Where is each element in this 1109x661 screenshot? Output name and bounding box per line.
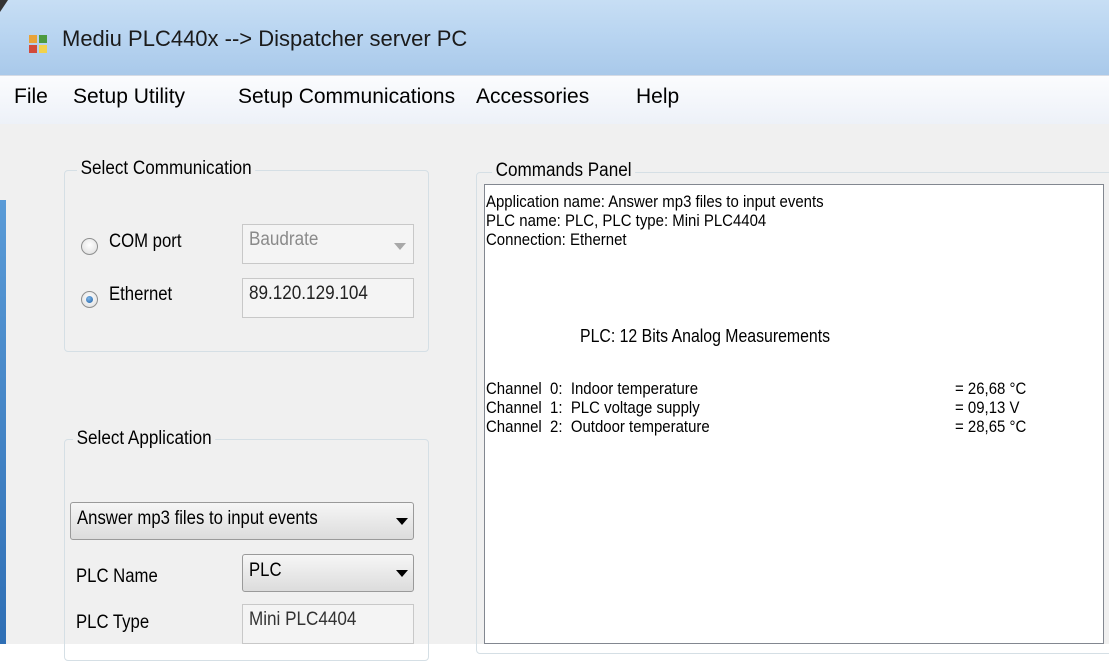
window-corner — [0, 0, 8, 12]
channel-1-value: = 09,13 V — [955, 398, 1020, 417]
menu-setup-communications[interactable]: Setup Communications — [238, 85, 455, 109]
plc-name-label: PLC Name — [76, 566, 158, 587]
commands-panel-title: Commands Panel — [492, 160, 636, 182]
ethernet-label: Ethernet — [109, 284, 173, 305]
application-select-value: Answer mp3 files to input events — [77, 508, 318, 529]
baudrate-placeholder: Baudrate — [249, 229, 319, 250]
channel-0-label: Channel 0: Indoor temperature — [486, 379, 699, 398]
plc-name-select[interactable]: PLC — [242, 554, 414, 592]
plc-name-value: PLC — [249, 560, 282, 581]
menu-accessories[interactable]: Accessories — [476, 85, 589, 109]
menu-setup-utility[interactable]: Setup Utility — [73, 85, 185, 109]
log-connection-line: Connection: Ethernet — [486, 230, 627, 249]
baudrate-select[interactable]: Baudrate — [242, 224, 414, 264]
menu-file[interactable]: File — [14, 85, 48, 109]
plc-type-label: PLC Type — [76, 612, 150, 633]
log-plc-line: PLC name: PLC, PLC type: Mini PLC4404 — [486, 211, 767, 230]
ip-address-field[interactable]: 89.120.129.104 — [242, 278, 414, 318]
ethernet-radio-selected-dot — [86, 296, 93, 303]
log-measurements-title: PLC: 12 Bits Analog Measurements — [580, 326, 831, 346]
app-icon — [29, 35, 47, 53]
baudrate-chevron-down-icon — [394, 243, 406, 250]
select-application-title: Select Application — [73, 428, 216, 450]
plc-name-chevron-down-icon — [396, 570, 408, 577]
channel-1-label: Channel 1: PLC voltage supply — [486, 398, 700, 417]
log-application-line: Application name: Answer mp3 files to in… — [486, 192, 824, 211]
select-communication-title: Select Communication — [77, 158, 256, 180]
com-port-radio[interactable] — [81, 238, 98, 255]
window-title: Mediu PLC440x --> Dispatcher server PC — [62, 26, 468, 51]
com-port-label: COM port — [109, 231, 182, 252]
channel-2-label: Channel 2: Outdoor temperature — [486, 417, 710, 436]
menu-help[interactable]: Help — [636, 85, 679, 109]
channel-0-value: = 26,68 °C — [955, 379, 1027, 398]
ethernet-radio[interactable] — [81, 291, 98, 308]
channel-2-value: = 28,65 °C — [955, 417, 1027, 436]
application-select[interactable]: Answer mp3 files to input events — [70, 502, 414, 540]
plc-type-field: Mini PLC4404 — [242, 604, 414, 644]
ip-address-value: 89.120.129.104 — [249, 283, 368, 304]
window-left-edge — [0, 200, 6, 644]
plc-type-value: Mini PLC4404 — [249, 609, 357, 630]
application-chevron-down-icon — [396, 518, 408, 525]
